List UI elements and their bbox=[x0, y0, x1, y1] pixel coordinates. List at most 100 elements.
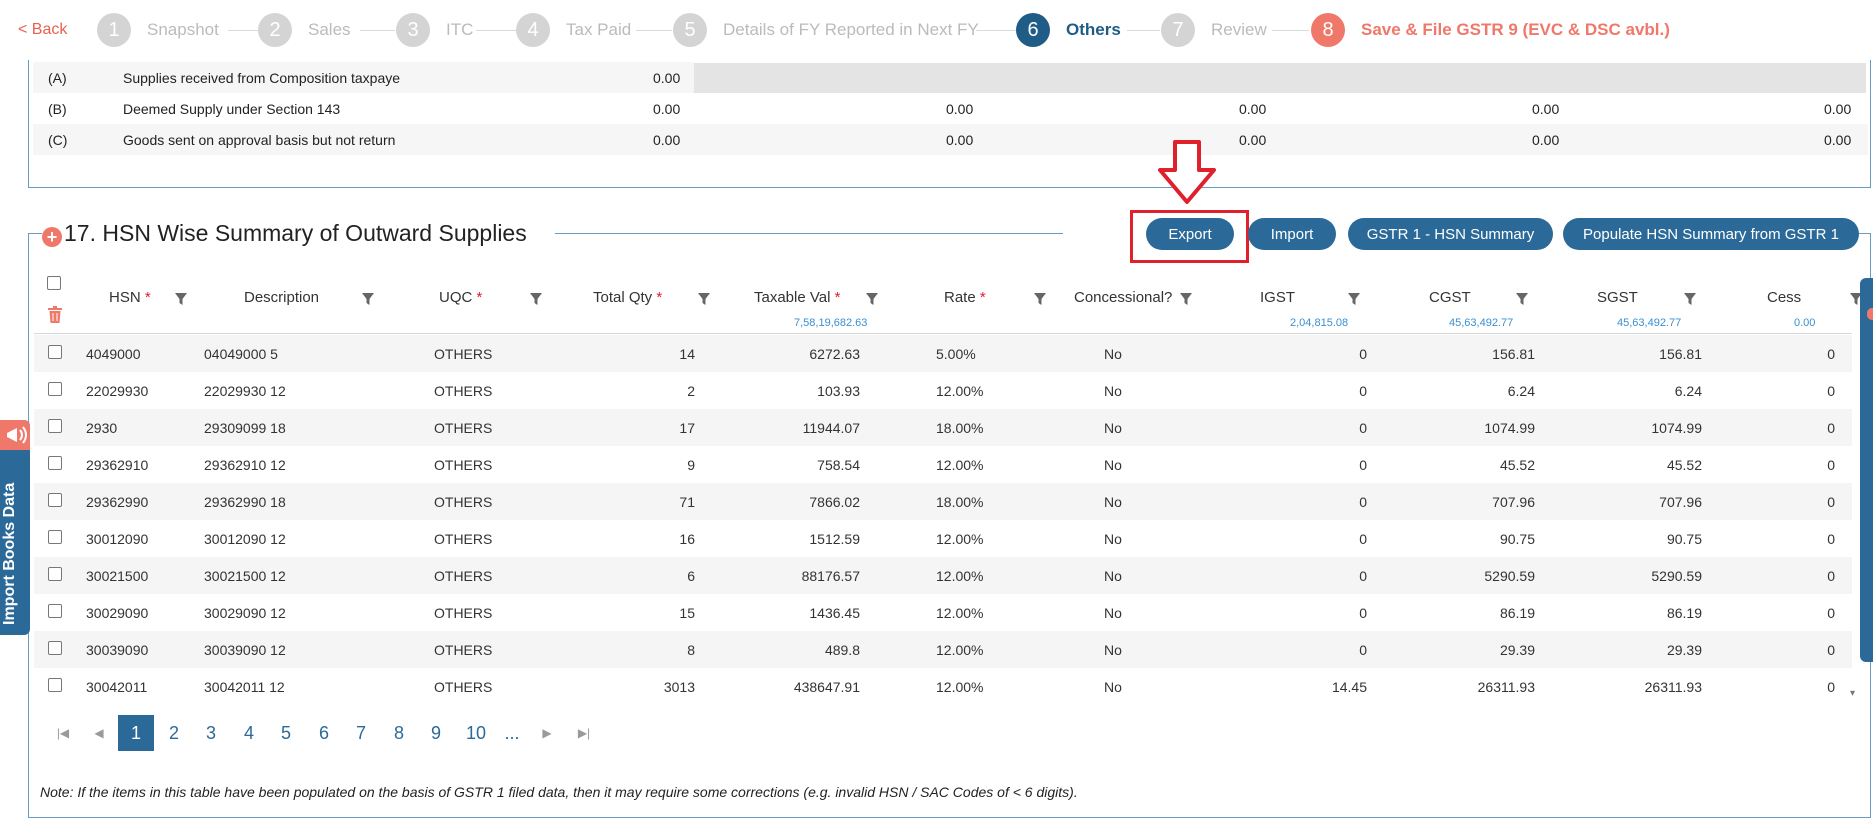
cell-rate[interactable]: 18.00% bbox=[936, 420, 983, 436]
cell-sgst[interactable]: 707.96 bbox=[1659, 494, 1702, 510]
cell-igst[interactable]: 0 bbox=[1359, 494, 1367, 510]
cell-igst[interactable]: 0 bbox=[1359, 457, 1367, 473]
cell-hsn[interactable]: 2930 bbox=[86, 420, 117, 436]
scroll-down-icon[interactable]: ▾ bbox=[1850, 688, 1855, 699]
cell-igst[interactable]: 0 bbox=[1359, 383, 1367, 399]
cell-total-qty[interactable]: 9 bbox=[687, 457, 695, 473]
page-9[interactable]: 9 bbox=[421, 715, 451, 751]
plus-circle-icon[interactable]: + bbox=[42, 227, 62, 247]
cell-description[interactable]: 04049000 5 bbox=[204, 346, 278, 362]
filter-icon[interactable] bbox=[865, 292, 879, 306]
cell-rate[interactable]: 12.00% bbox=[936, 531, 983, 547]
first-page-icon[interactable]: |◀ bbox=[48, 715, 78, 751]
prev-page-icon[interactable]: ◀ bbox=[84, 715, 114, 751]
table-row[interactable]: 30012090 30012090 12 OTHERS 16 1512.59 12.00%… bbox=[34, 520, 1852, 557]
cell-uqc[interactable]: OTHERS bbox=[434, 494, 492, 510]
cell-igst[interactable]: 0 bbox=[1359, 420, 1367, 436]
filter-icon[interactable] bbox=[1515, 292, 1529, 306]
next-page-icon[interactable]: ▶ bbox=[532, 715, 562, 751]
cell-description[interactable]: 30042011 12 bbox=[204, 679, 285, 695]
row-value[interactable]: 0.00 bbox=[653, 101, 680, 117]
cell-cess[interactable]: 0 bbox=[1827, 346, 1835, 362]
last-page-icon[interactable]: ▶| bbox=[569, 715, 599, 751]
table-row[interactable]: 30029090 30029090 12 OTHERS 15 1436.45 12.00%… bbox=[34, 594, 1852, 631]
cell-hsn[interactable]: 29362910 bbox=[86, 457, 148, 473]
row-value[interactable]: 0.00 bbox=[1239, 132, 1266, 148]
row-value[interactable]: 0.00 bbox=[1824, 101, 1851, 117]
cell-uqc[interactable]: OTHERS bbox=[434, 383, 492, 399]
cell-concessional[interactable]: No bbox=[1104, 457, 1122, 473]
cell-hsn[interactable]: 30039090 bbox=[86, 642, 148, 658]
page-7[interactable]: 7 bbox=[346, 715, 376, 751]
cell-sgst[interactable]: 6.24 bbox=[1675, 383, 1702, 399]
col-taxable-val[interactable]: Taxable Val * bbox=[754, 289, 840, 306]
cell-cess[interactable]: 0 bbox=[1827, 531, 1835, 547]
cell-taxable-val[interactable]: 11944.07 bbox=[803, 420, 860, 436]
row-value[interactable]: 0.00 bbox=[946, 101, 973, 117]
cell-cgst[interactable]: 1074.99 bbox=[1484, 420, 1535, 436]
cell-sgst[interactable]: 86.19 bbox=[1667, 605, 1702, 621]
cell-uqc[interactable]: OTHERS bbox=[434, 568, 492, 584]
trash-icon[interactable] bbox=[47, 306, 63, 324]
filter-icon[interactable] bbox=[1347, 292, 1361, 306]
step-sales[interactable]: 2 Sales bbox=[258, 13, 351, 47]
cell-uqc[interactable]: OTHERS bbox=[434, 642, 492, 658]
cell-taxable-val[interactable]: 1436.45 bbox=[809, 605, 860, 621]
cell-rate[interactable]: 12.00% bbox=[936, 605, 983, 621]
cell-sgst[interactable]: 90.75 bbox=[1667, 531, 1702, 547]
page-8[interactable]: 8 bbox=[384, 715, 414, 751]
cell-concessional[interactable]: No bbox=[1104, 420, 1122, 436]
cell-sgst[interactable]: 1074.99 bbox=[1651, 420, 1702, 436]
page-2[interactable]: 2 bbox=[159, 715, 189, 751]
cell-hsn[interactable]: 4049000 bbox=[86, 346, 141, 362]
cell-total-qty[interactable]: 14 bbox=[679, 346, 695, 362]
cell-cess[interactable]: 0 bbox=[1827, 679, 1835, 695]
row-checkbox[interactable] bbox=[48, 493, 62, 507]
cell-cgst[interactable]: 86.19 bbox=[1500, 605, 1535, 621]
step-others[interactable]: 6 Others bbox=[1016, 13, 1121, 47]
page-more[interactable]: ... bbox=[497, 715, 527, 751]
cell-total-qty[interactable]: 8 bbox=[687, 642, 695, 658]
cell-cgst[interactable]: 156.81 bbox=[1492, 346, 1535, 362]
cell-uqc[interactable]: OTHERS bbox=[434, 420, 492, 436]
page-4[interactable]: 4 bbox=[234, 715, 264, 751]
cell-cgst[interactable]: 90.75 bbox=[1500, 531, 1535, 547]
populate-hsn-button[interactable]: Populate HSN Summary from GSTR 1 bbox=[1563, 218, 1859, 250]
cell-uqc[interactable]: OTHERS bbox=[434, 679, 492, 695]
cell-rate[interactable]: 12.00% bbox=[936, 642, 983, 658]
row-value[interactable]: 0.00 bbox=[1824, 132, 1851, 148]
cell-concessional[interactable]: No bbox=[1104, 679, 1122, 695]
cell-hsn[interactable]: 22029930 bbox=[86, 383, 148, 399]
filter-icon[interactable] bbox=[1179, 292, 1193, 306]
col-description[interactable]: Description bbox=[244, 289, 319, 306]
col-cess[interactable]: Cess bbox=[1767, 289, 1801, 306]
cell-rate[interactable]: 12.00% bbox=[936, 568, 983, 584]
cell-hsn[interactable]: 29362990 bbox=[86, 494, 148, 510]
export-button[interactable]: Export bbox=[1146, 218, 1234, 250]
cell-taxable-val[interactable]: 1512.59 bbox=[809, 531, 860, 547]
cell-description[interactable]: 29362910 12 bbox=[204, 457, 286, 473]
table-row[interactable]: 30042011 30042011 12 OTHERS 3013 438647.91 12… bbox=[34, 668, 1852, 705]
cell-sgst[interactable]: 45.52 bbox=[1667, 457, 1702, 473]
cell-taxable-val[interactable]: 489.8 bbox=[825, 642, 860, 658]
cell-taxable-val[interactable]: 103.93 bbox=[817, 383, 860, 399]
cell-concessional[interactable]: No bbox=[1104, 531, 1122, 547]
page-5[interactable]: 5 bbox=[271, 715, 301, 751]
row-checkbox[interactable] bbox=[48, 530, 62, 544]
row-value[interactable]: 0.00 bbox=[653, 132, 680, 148]
filter-icon[interactable] bbox=[697, 292, 711, 306]
page-3[interactable]: 3 bbox=[196, 715, 226, 751]
cell-total-qty[interactable]: 16 bbox=[679, 531, 695, 547]
step-review[interactable]: 7 Review bbox=[1161, 13, 1267, 47]
select-all-checkbox[interactable] bbox=[47, 276, 61, 290]
gstr1-hsn-summary-button[interactable]: GSTR 1 - HSN Summary bbox=[1348, 218, 1553, 250]
cell-igst[interactable]: 0 bbox=[1359, 346, 1367, 362]
cell-hsn[interactable]: 30042011 bbox=[86, 679, 147, 695]
cell-uqc[interactable]: OTHERS bbox=[434, 457, 492, 473]
cell-cess[interactable]: 0 bbox=[1827, 642, 1835, 658]
cell-total-qty[interactable]: 2 bbox=[687, 383, 695, 399]
cell-rate[interactable]: 12.00% bbox=[936, 457, 983, 473]
cell-hsn[interactable]: 30029090 bbox=[86, 605, 148, 621]
step-itc[interactable]: 3 ITC bbox=[396, 13, 473, 47]
cell-taxable-val[interactable]: 88176.57 bbox=[802, 568, 860, 584]
